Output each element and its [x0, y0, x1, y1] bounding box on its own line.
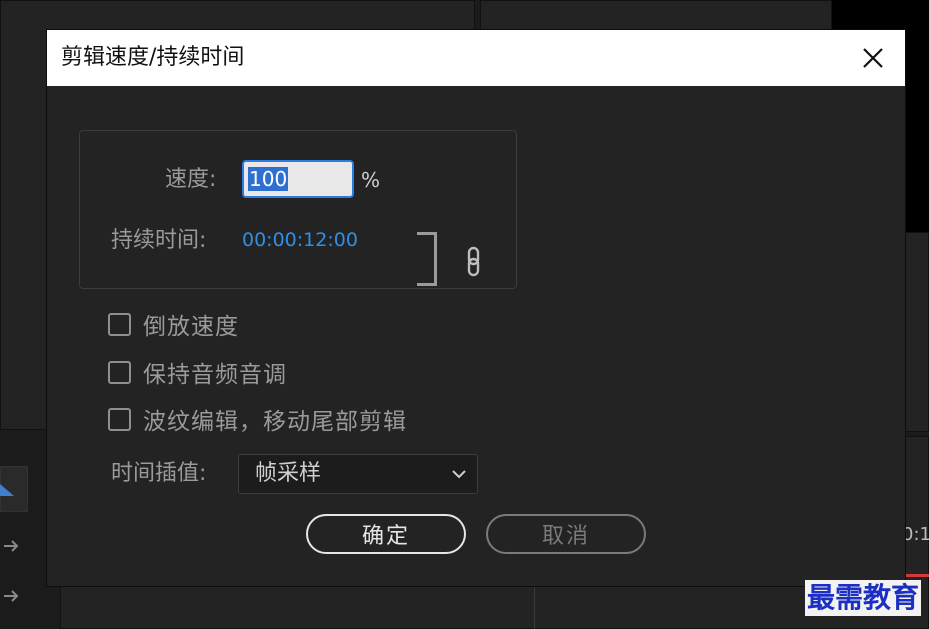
ripple-edit-checkbox[interactable]	[108, 407, 131, 431]
dialog-title: 剪辑速度/持续时间	[61, 45, 245, 70]
selection-tool-icon	[0, 465, 29, 513]
cancel-button[interactable]: 取消	[486, 514, 646, 554]
maintain-audio-pitch-label: 保持音频音调	[143, 362, 287, 388]
reverse-speed-checkbox-row[interactable]: 倒放速度	[108, 309, 239, 340]
maintain-audio-pitch-checkbox-row[interactable]: 保持音频音调	[108, 357, 287, 388]
time-interpolation-value: 帧采样	[255, 461, 322, 486]
ok-button[interactable]: 确定	[306, 514, 466, 554]
close-icon	[863, 48, 883, 68]
link-speed-duration-button[interactable]	[462, 246, 486, 282]
chevron-down-icon	[452, 470, 466, 479]
duration-label: 持续时间:	[111, 228, 207, 253]
speed-value: 100	[248, 167, 289, 191]
reverse-speed-checkbox[interactable]	[108, 312, 131, 336]
timeline-timecode-fragment: 0:1	[902, 524, 929, 545]
speed-unit: %	[361, 168, 381, 192]
speed-duration-group	[79, 130, 517, 289]
track-select-tool-button[interactable]	[0, 526, 28, 572]
ripple-edit-label: 波纹编辑，移动尾部剪辑	[143, 409, 407, 435]
close-button[interactable]	[857, 42, 889, 74]
duration-value[interactable]: 00:00:12:00	[242, 227, 358, 253]
selection-tool-button[interactable]	[0, 465, 29, 513]
time-interpolation-label: 时间插值:	[111, 461, 207, 486]
maintain-audio-pitch-checkbox[interactable]	[108, 360, 131, 384]
speed-label: 速度:	[165, 167, 217, 192]
link-bracket	[417, 232, 437, 286]
track-select-icon	[4, 540, 19, 552]
speed-input[interactable]: 100	[242, 160, 354, 198]
watermark-logo: 最需教育	[805, 580, 922, 616]
playhead-marker	[905, 574, 929, 577]
clip-speed-duration-dialog: 剪辑速度/持续时间 速度: 100 % 持续时间: 00:00:12:00 倒放…	[47, 30, 905, 586]
background-divider	[534, 586, 535, 629]
ripple-edit-checkbox-row[interactable]: 波纹编辑，移动尾部剪辑	[108, 404, 407, 435]
reverse-speed-label: 倒放速度	[143, 314, 239, 340]
ripple-tool-button[interactable]	[0, 576, 28, 622]
dialog-title-bar: 剪辑速度/持续时间	[47, 30, 905, 86]
link-icon	[467, 246, 480, 277]
time-interpolation-select[interactable]: 帧采样	[238, 454, 478, 494]
ripple-edit-icon	[4, 590, 19, 602]
